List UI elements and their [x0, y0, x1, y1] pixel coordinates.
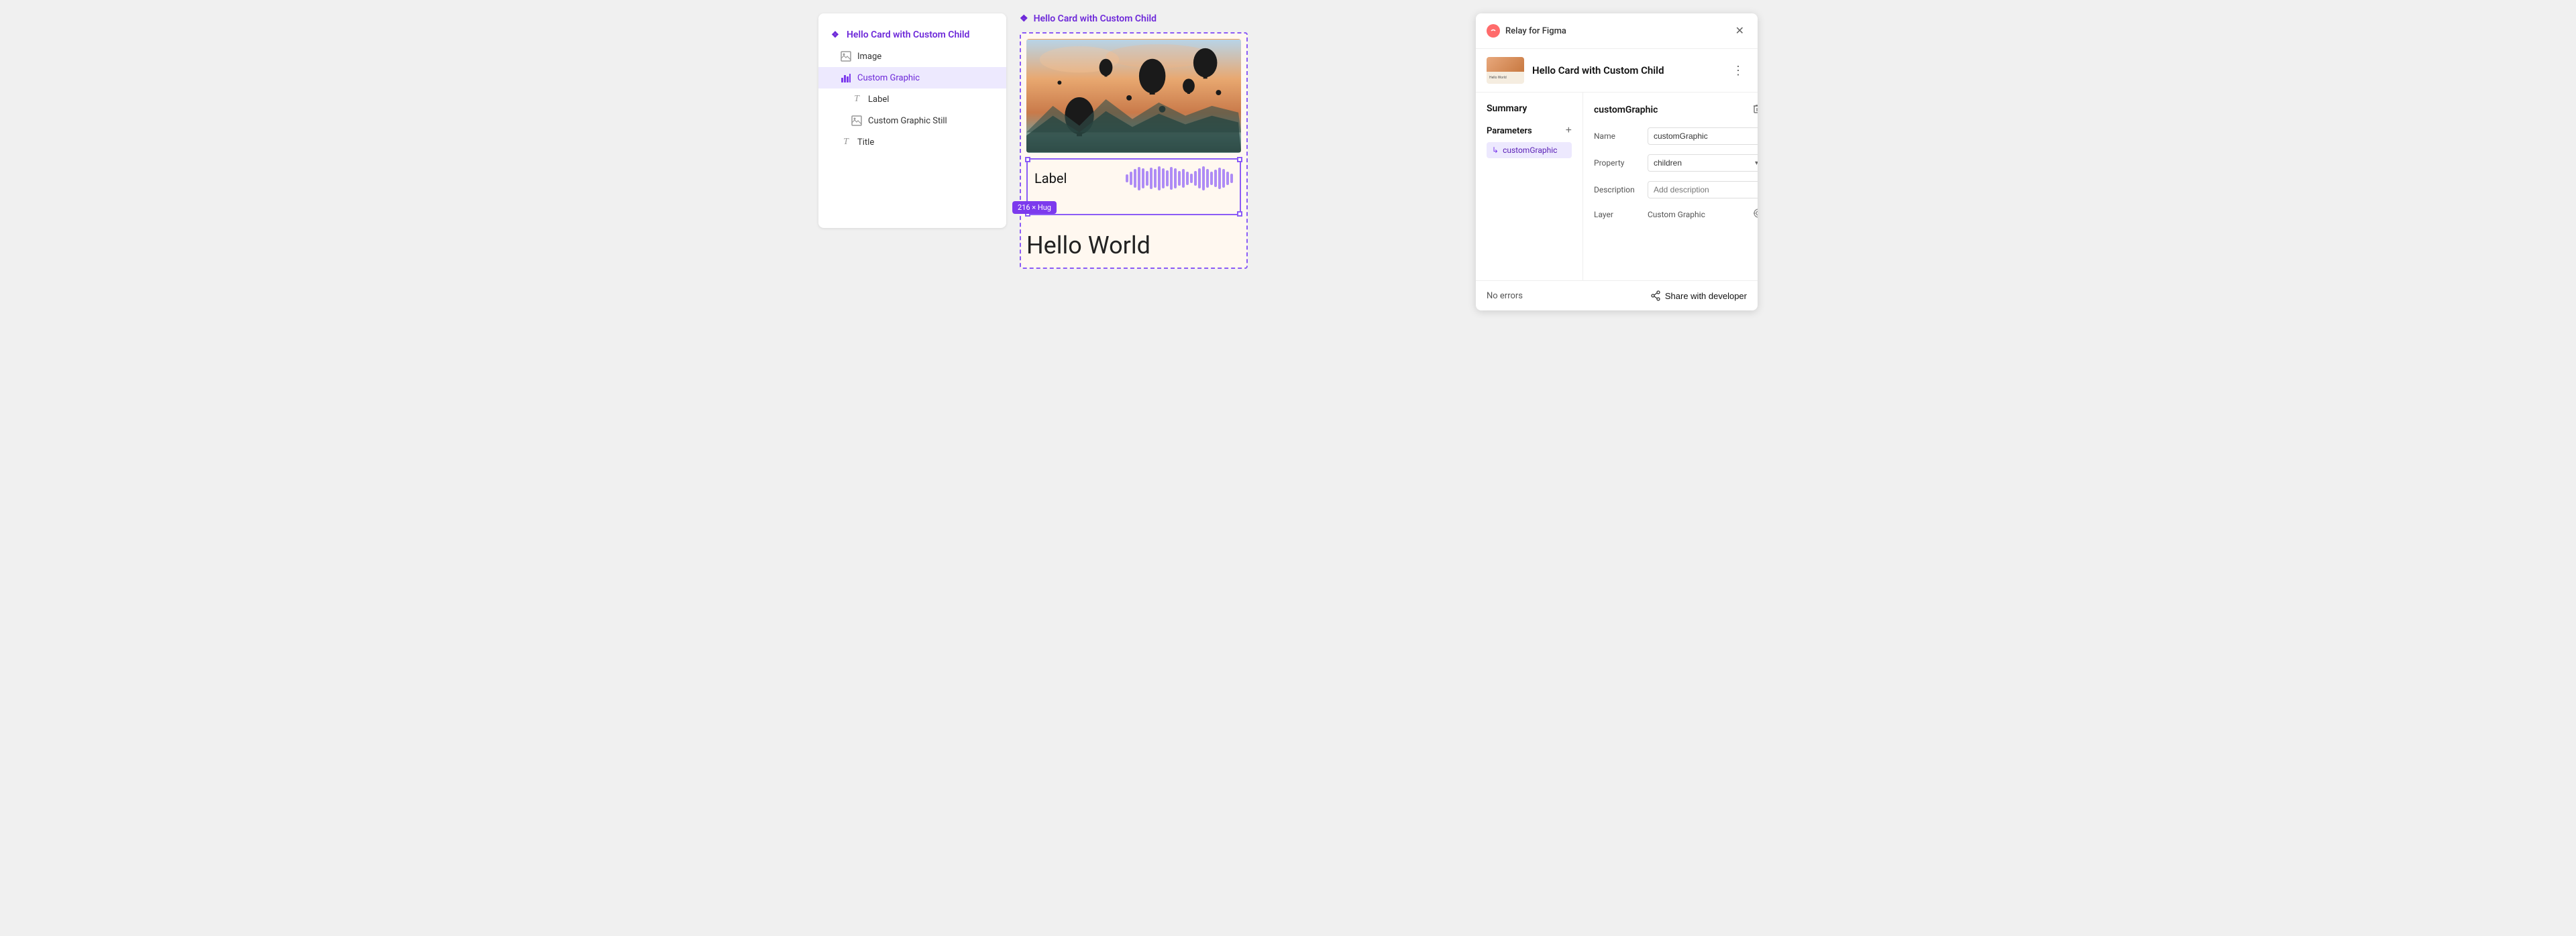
- right-panel: Relay for Figma ✕ Hello World Hello Card…: [1476, 13, 1758, 310]
- relay-branding: Relay for Figma: [1487, 24, 1566, 38]
- label-text: Label: [1034, 170, 1067, 186]
- tree-item-custom-graphic-label: Custom Graphic: [857, 73, 920, 83]
- parameters-heading: Parameters +: [1487, 125, 1572, 137]
- tree-item-image-label: Image: [857, 52, 881, 62]
- close-button[interactable]: ✕: [1733, 21, 1747, 40]
- relay-icon: [1487, 24, 1500, 38]
- layer-field-row: Layer Custom Graphic: [1594, 208, 1758, 221]
- share-button[interactable]: Share with developer: [1650, 290, 1747, 301]
- summary-column: Summary Parameters + ↳ customGraphic: [1476, 93, 1583, 280]
- preview-title-icon: ❖: [1020, 13, 1028, 24]
- right-header: Relay for Figma ✕: [1476, 13, 1758, 49]
- preview-title: ❖ Hello Card with Custom Child: [1020, 13, 1157, 24]
- tree-item-root-label: Hello Card with Custom Child: [847, 30, 969, 40]
- param-item-custom-graphic[interactable]: ↳ customGraphic: [1487, 142, 1572, 158]
- image-icon-2: [851, 115, 863, 127]
- text-icon-2: T: [840, 136, 852, 148]
- param-item-label: customGraphic: [1503, 145, 1557, 155]
- preview-title-text: Hello Card with Custom Child: [1034, 13, 1157, 24]
- delete-icon[interactable]: [1753, 103, 1758, 117]
- tree-item-title[interactable]: T Title: [818, 131, 1006, 153]
- image-icon: [840, 50, 852, 62]
- description-input[interactable]: [1648, 181, 1758, 198]
- left-panel: ❖ Hello Card with Custom Child Image: [818, 13, 1006, 228]
- component-thumbnail: Hello World: [1487, 57, 1524, 84]
- detail-heading: customGraphic: [1594, 103, 1758, 117]
- tree-item-root[interactable]: ❖ Hello Card with Custom Child: [818, 24, 1006, 46]
- name-field-row: Name: [1594, 127, 1758, 145]
- property-select[interactable]: children slot render: [1648, 154, 1758, 172]
- layer-value: Custom Graphic: [1648, 210, 1745, 219]
- text-icon: T: [851, 93, 863, 105]
- param-arrow-icon: ↳: [1492, 145, 1499, 155]
- canvas-image: [1026, 39, 1241, 153]
- waveform: [1126, 166, 1233, 190]
- layer-label: Layer: [1594, 210, 1642, 219]
- tree-item-custom-graphic-still[interactable]: Custom Graphic Still: [818, 110, 1006, 131]
- hello-world-text: Hello World: [1026, 229, 1241, 262]
- canvas-card-inner: Label 216 × Hug: [1026, 158, 1241, 215]
- bar-chart-icon: [840, 72, 852, 84]
- right-body: Summary Parameters + ↳ customGraphic cus…: [1476, 93, 1758, 280]
- target-icon[interactable]: [1753, 208, 1758, 221]
- name-input[interactable]: [1648, 127, 1758, 145]
- property-field-row: Property children slot render ▾: [1594, 154, 1758, 172]
- summary-heading: Summary: [1487, 103, 1572, 114]
- tree-item-custom-graphic[interactable]: Custom Graphic: [818, 67, 1006, 89]
- share-icon: [1650, 290, 1661, 301]
- property-select-wrapper: children slot render ▾: [1648, 154, 1758, 172]
- description-label: Description: [1594, 185, 1642, 194]
- no-errors-text: No errors: [1487, 291, 1523, 301]
- property-label: Property: [1594, 158, 1642, 168]
- right-footer: No errors Share with developer: [1476, 280, 1758, 310]
- description-field-row: Description: [1594, 181, 1758, 198]
- name-label: Name: [1594, 131, 1642, 141]
- detail-column: customGraphic Name: [1583, 93, 1758, 280]
- tree-item-image[interactable]: Image: [818, 46, 1006, 67]
- share-button-text: Share with developer: [1665, 291, 1747, 301]
- component-title: Hello Card with Custom Child: [1532, 64, 1721, 76]
- tree-item-custom-graphic-still-label: Custom Graphic Still: [868, 116, 947, 126]
- add-parameter-button[interactable]: +: [1566, 125, 1572, 137]
- component-header: Hello World Hello Card with Custom Child…: [1476, 49, 1758, 93]
- thumbnail-text: Hello World: [1487, 72, 1524, 84]
- label-row: Label: [1034, 166, 1233, 190]
- more-options-button[interactable]: ⋮: [1729, 61, 1747, 80]
- grid-icon: ❖: [829, 29, 841, 41]
- tree-item-label[interactable]: T Label: [818, 89, 1006, 110]
- canvas-area: Label 216 × Hug Hello World: [1020, 32, 1248, 269]
- relay-branding-text: Relay for Figma: [1505, 26, 1566, 36]
- balloon-scene: [1026, 39, 1241, 153]
- tree-item-title-label: Title: [857, 137, 874, 148]
- middle-panel: ❖ Hello Card with Custom Child: [1020, 13, 1462, 269]
- thumbnail-image: [1487, 57, 1524, 72]
- size-badge: 216 × Hug: [1012, 201, 1057, 214]
- tree-item-label-label: Label: [868, 95, 889, 105]
